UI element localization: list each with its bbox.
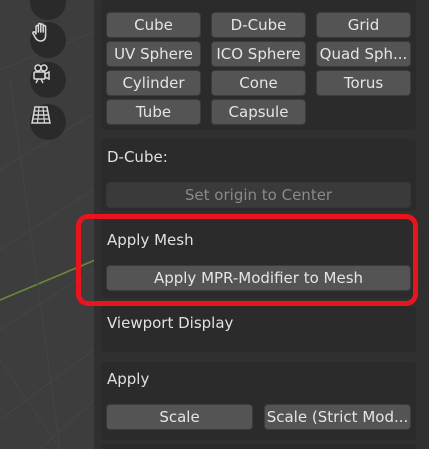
cube-button[interactable]: Cube <box>106 12 201 38</box>
camera-tool-button[interactable] <box>30 62 66 98</box>
next-panel <box>101 444 416 449</box>
apply-title: Apply <box>107 370 150 388</box>
quad-sphere-button[interactable]: Quad Sph... <box>316 41 411 67</box>
scale-button[interactable]: Scale <box>106 404 253 430</box>
ico-sphere-button[interactable]: ICO Sphere <box>211 41 306 67</box>
viewport-display-title[interactable]: Viewport Display <box>107 314 233 332</box>
blender-ui: Cube D-Cube Grid UV Sphere ICO Sphere Qu… <box>0 0 429 449</box>
cone-button[interactable]: Cone <box>211 70 306 96</box>
highlight-annotation <box>76 214 418 306</box>
set-origin-button[interactable]: Set origin to Center <box>106 182 411 208</box>
grid-tool-button[interactable] <box>30 104 66 140</box>
capsule-button[interactable]: Capsule <box>211 99 306 125</box>
cylinder-button[interactable]: Cylinder <box>106 70 201 96</box>
torus-button[interactable]: Torus <box>316 70 411 96</box>
d-cube-button[interactable]: D-Cube <box>211 12 306 38</box>
scale-strict-button[interactable]: Scale (Strict Mod... <box>264 404 411 430</box>
grid-button[interactable]: Grid <box>316 12 411 38</box>
dcube-title: D-Cube: <box>107 148 168 166</box>
tube-button[interactable]: Tube <box>106 99 201 125</box>
pan-tool-button[interactable] <box>30 22 66 58</box>
uv-sphere-button[interactable]: UV Sphere <box>106 41 201 67</box>
